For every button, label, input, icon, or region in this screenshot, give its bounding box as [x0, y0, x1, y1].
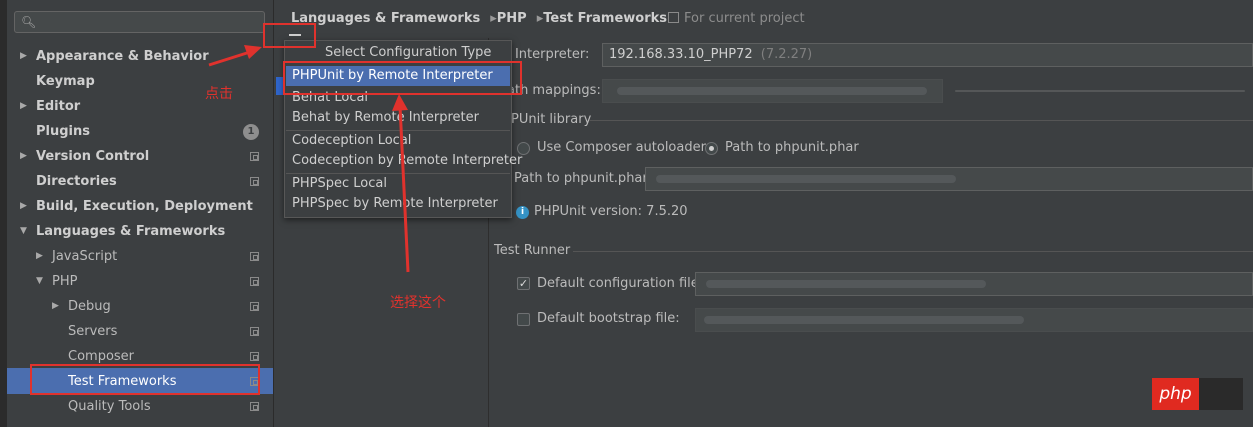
annotation-arrows: [208, 45, 410, 273]
arrowhead-icon: [244, 45, 262, 59]
php-watermark-logo: php: [1152, 378, 1243, 410]
logo-text: php: [1152, 378, 1199, 410]
arrow-to-add-icon: [208, 50, 251, 67]
logo-dark-block: [1199, 378, 1243, 410]
arrow-to-popup-item: [398, 105, 410, 273]
arrowhead-icon: [392, 94, 408, 111]
